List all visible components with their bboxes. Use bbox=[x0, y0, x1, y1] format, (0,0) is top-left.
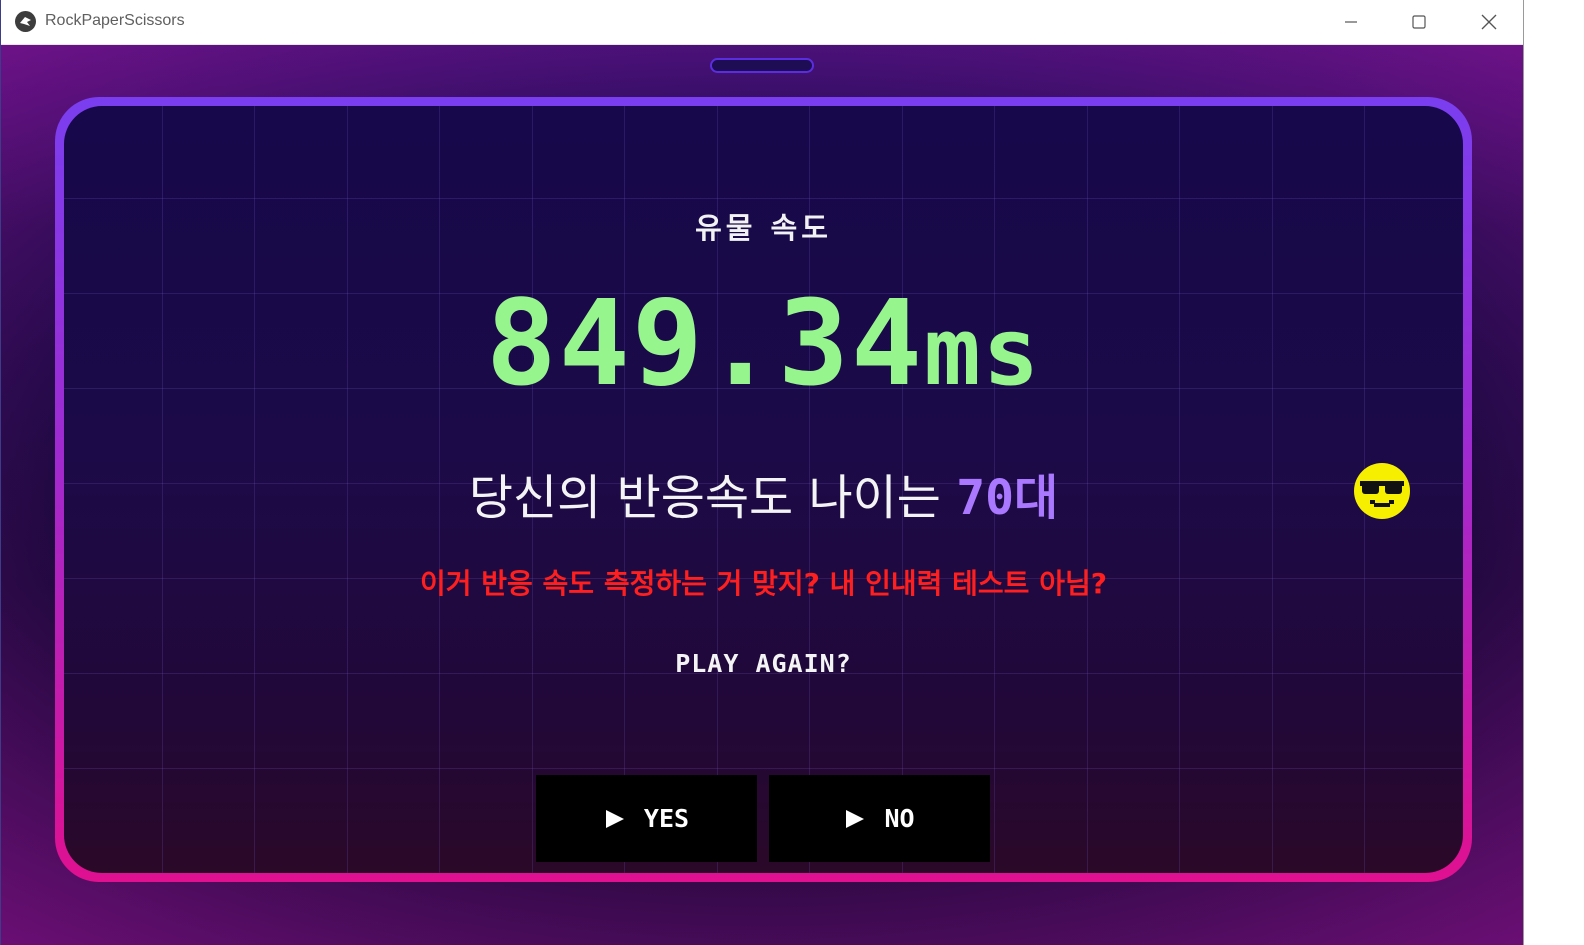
reaction-time: 849.34ms bbox=[64, 284, 1463, 402]
no-button-label: NO bbox=[884, 804, 915, 833]
result-screen: 유물 속도 849.34ms 당신의 반응속도 나이는 70대 이거 반응 속도… bbox=[64, 106, 1463, 873]
reaction-time-value: 849.34 bbox=[485, 274, 925, 412]
result-comment: 이거 반응 속도 측정하는 거 맞지? 내 인내력 테스트 아님? bbox=[420, 567, 1107, 600]
minimize-icon bbox=[1345, 21, 1357, 23]
window-title: RockPaperScissors bbox=[45, 12, 185, 29]
play-arrow-icon bbox=[605, 809, 624, 828]
play-again-prompt: PLAY AGAIN? bbox=[675, 649, 852, 678]
play-arrow-icon bbox=[846, 809, 865, 828]
screen-frame: 유물 속도 849.34ms 당신의 반응속도 나이는 70대 이거 반응 속도… bbox=[55, 97, 1472, 882]
device-notch bbox=[710, 58, 814, 73]
minimize-button[interactable] bbox=[1317, 0, 1385, 44]
maximize-icon bbox=[1412, 15, 1426, 29]
app-window: RockPaperScissors 유물 속도 849.34ms 당신의 반응속… bbox=[0, 0, 1524, 945]
yes-button-label: YES bbox=[643, 804, 690, 833]
reaction-time-unit: ms bbox=[924, 298, 1042, 407]
close-icon bbox=[1481, 14, 1497, 30]
result-heading: 유물 속도 bbox=[695, 211, 832, 245]
reaction-age-value: 70대 bbox=[956, 470, 1059, 526]
title-bar[interactable]: RockPaperScissors bbox=[1, 0, 1523, 45]
app-logo-icon bbox=[15, 11, 36, 32]
game-stage: 유물 속도 849.34ms 당신의 반응속도 나이는 70대 이거 반응 속도… bbox=[1, 45, 1523, 945]
yes-button[interactable]: YES bbox=[536, 775, 757, 862]
sunglasses-face-icon bbox=[1354, 463, 1410, 519]
close-button[interactable] bbox=[1455, 0, 1523, 44]
grid-line bbox=[64, 198, 1463, 199]
grid-line bbox=[64, 768, 1463, 769]
reaction-age-prefix: 당신의 반응속도 나이는 bbox=[468, 470, 957, 526]
reaction-age-line: 당신의 반응속도 나이는 70대 bbox=[64, 458, 1463, 528]
no-button[interactable]: NO bbox=[769, 775, 990, 862]
maximize-button[interactable] bbox=[1385, 0, 1453, 44]
